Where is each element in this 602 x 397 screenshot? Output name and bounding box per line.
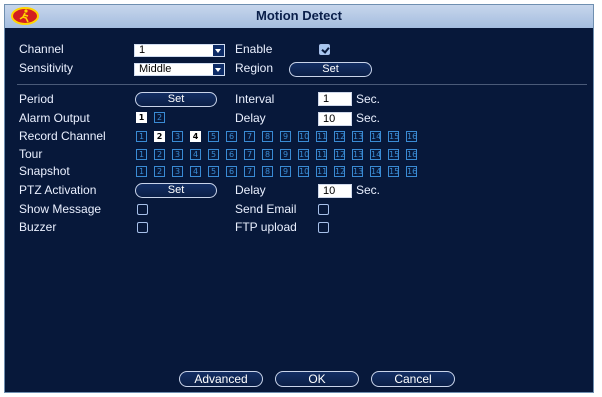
record-channel-13[interactable]: 13 xyxy=(352,131,363,142)
enable-checkbox[interactable] xyxy=(319,44,330,55)
ptz-delay-unit: Sec. xyxy=(356,183,381,197)
tour-channel-11[interactable]: 11 xyxy=(316,149,327,160)
snapshot-channel-1[interactable]: 1 xyxy=(136,166,147,177)
channel-select[interactable]: 1 xyxy=(134,44,225,57)
record-channel-9[interactable]: 9 xyxy=(280,131,291,142)
sensitivity-select[interactable]: Middle xyxy=(134,63,225,76)
region-set-button[interactable]: Set xyxy=(289,62,372,77)
tour-channel-12[interactable]: 12 xyxy=(334,149,345,160)
tour-channel-16[interactable]: 16 xyxy=(406,149,417,160)
snapshot-channel-3[interactable]: 3 xyxy=(172,166,183,177)
cancel-button[interactable]: Cancel xyxy=(371,371,455,387)
record-channel-2[interactable]: 2 xyxy=(154,131,165,142)
snapshot-channel-11[interactable]: 11 xyxy=(316,166,327,177)
tour-channel-6[interactable]: 6 xyxy=(226,149,237,160)
advanced-button[interactable]: Advanced xyxy=(179,371,263,387)
tour-channel-8[interactable]: 8 xyxy=(262,149,273,160)
tour-channel-7[interactable]: 7 xyxy=(244,149,255,160)
tour-channel-14[interactable]: 14 xyxy=(370,149,381,160)
snapshot-channel-5[interactable]: 5 xyxy=(208,166,219,177)
snapshot-channel-13[interactable]: 13 xyxy=(352,166,363,177)
ftp-upload-label: FTP upload xyxy=(235,220,297,234)
ok-button[interactable]: OK xyxy=(275,371,359,387)
show-message-label: Show Message xyxy=(19,202,102,216)
record-channel-11[interactable]: 11 xyxy=(316,131,327,142)
snapshot-channel-4[interactable]: 4 xyxy=(190,166,201,177)
snapshot-channel-15[interactable]: 15 xyxy=(388,166,399,177)
record-channel-label: Record Channel xyxy=(19,129,106,143)
record-channel-7[interactable]: 7 xyxy=(244,131,255,142)
alarm-output-channel-2[interactable]: 2 xyxy=(154,112,165,123)
tour-channel-10[interactable]: 10 xyxy=(298,149,309,160)
ftp-upload-checkbox[interactable] xyxy=(318,222,329,233)
snapshot-channel-8[interactable]: 8 xyxy=(262,166,273,177)
window-title: Motion Detect xyxy=(256,8,342,23)
tour-channel-9[interactable]: 9 xyxy=(280,149,291,160)
chevron-down-icon xyxy=(213,45,224,56)
alarm-output-label: Alarm Output xyxy=(19,111,90,125)
tour-channel-1[interactable]: 1 xyxy=(136,149,147,160)
send-email-checkbox[interactable] xyxy=(318,204,329,215)
record-channel-4[interactable]: 4 xyxy=(190,131,201,142)
section-divider xyxy=(17,84,587,85)
snapshot-label: Snapshot xyxy=(19,164,70,178)
ptz-delay-label: Delay xyxy=(235,183,266,197)
record-channel-12[interactable]: 12 xyxy=(334,131,345,142)
send-email-label: Send Email xyxy=(235,202,297,216)
show-message-checkbox[interactable] xyxy=(137,204,148,215)
tour-channel-2[interactable]: 2 xyxy=(154,149,165,160)
tour-channel-5[interactable]: 5 xyxy=(208,149,219,160)
sensitivity-label: Sensitivity xyxy=(19,61,74,75)
record-channel-15[interactable]: 15 xyxy=(388,131,399,142)
channel-label: Channel xyxy=(19,42,64,56)
record-channel-8[interactable]: 8 xyxy=(262,131,273,142)
tour-channel-3[interactable]: 3 xyxy=(172,149,183,160)
snapshot-channel-16[interactable]: 16 xyxy=(406,166,417,177)
snapshot-channel-9[interactable]: 9 xyxy=(280,166,291,177)
record-channel-6[interactable]: 6 xyxy=(226,131,237,142)
channel-value: 1 xyxy=(139,44,146,56)
snapshot-channel-12[interactable]: 12 xyxy=(334,166,345,177)
enable-label: Enable xyxy=(235,42,273,56)
interval-label: Interval xyxy=(235,92,275,106)
delay-unit: Sec. xyxy=(356,111,381,125)
buzzer-checkbox[interactable] xyxy=(137,222,148,233)
record-channel-16[interactable]: 16 xyxy=(406,131,417,142)
interval-unit: Sec. xyxy=(356,92,381,106)
record-channel-14[interactable]: 14 xyxy=(370,131,381,142)
interval-input[interactable]: 1 xyxy=(318,92,352,106)
sensitivity-value: Middle xyxy=(139,63,172,75)
delay-input[interactable]: 10 xyxy=(318,112,352,126)
title-bar: Motion Detect xyxy=(5,5,593,29)
snapshot-channel-7[interactable]: 7 xyxy=(244,166,255,177)
tour-channel-15[interactable]: 15 xyxy=(388,149,399,160)
snapshot-channel-14[interactable]: 14 xyxy=(370,166,381,177)
alarm-output-channel-1[interactable]: 1 xyxy=(136,112,147,123)
snapshot-channel-10[interactable]: 10 xyxy=(298,166,309,177)
record-channel-1[interactable]: 1 xyxy=(136,131,147,142)
snapshot-channel-6[interactable]: 6 xyxy=(226,166,237,177)
record-channel-5[interactable]: 5 xyxy=(208,131,219,142)
ptz-set-button[interactable]: Set xyxy=(135,183,217,198)
tour-channel-4[interactable]: 4 xyxy=(190,149,201,160)
snapshot-channel-2[interactable]: 2 xyxy=(154,166,165,177)
tour-label: Tour xyxy=(19,147,43,161)
record-channel-3[interactable]: 3 xyxy=(172,131,183,142)
tour-channel-13[interactable]: 13 xyxy=(352,149,363,160)
ptz-delay-input[interactable]: 10 xyxy=(318,184,352,198)
delay-label: Delay xyxy=(235,111,266,125)
period-label: Period xyxy=(19,92,54,106)
ptz-activation-label: PTZ Activation xyxy=(19,183,97,197)
content-area: Channel 1 Enable Sensitivity Middle Regi… xyxy=(5,28,593,392)
buzzer-label: Buzzer xyxy=(19,220,57,234)
record-channel-10[interactable]: 10 xyxy=(298,131,309,142)
period-set-button[interactable]: Set xyxy=(135,92,217,107)
region-label: Region xyxy=(235,61,274,75)
chevron-down-icon xyxy=(213,64,224,75)
motion-detect-window: Motion Detect Channel 1 Enable Sensitivi… xyxy=(4,4,594,393)
